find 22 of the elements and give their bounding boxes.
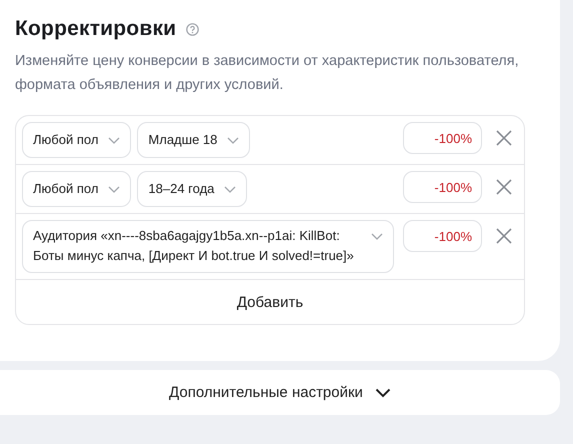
- percent-field[interactable]: -100%: [403, 171, 482, 203]
- dropdown[interactable]: Аудитория «xn----8sba6agajgy1b5a.xn--p1ai: KillBot: Боты минус капча, [Директ И bot.true И solved!=true]»: [22, 220, 394, 273]
- close-icon[interactable]: [496, 130, 512, 146]
- close-icon[interactable]: [496, 228, 512, 244]
- add-button[interactable]: Добавить: [16, 280, 524, 324]
- more-settings-button[interactable]: Дополнительные настройки: [0, 370, 560, 415]
- percent-field[interactable]: -100%: [403, 122, 482, 154]
- dropdown[interactable]: Любой пол: [22, 171, 132, 207]
- section-description: Изменяйте цену конверсии в зависимости от характеристик пользователя, формата объявления и других условий.: [15, 52, 520, 95]
- dropdown[interactable]: Младше 18: [137, 122, 250, 158]
- chevron-icon: [371, 233, 383, 240]
- percent-field[interactable]: -100%: [403, 220, 482, 252]
- chevron-icon: [224, 186, 236, 193]
- dropdown[interactable]: 18–24 года: [137, 171, 248, 207]
- chevron-icon: [108, 137, 120, 144]
- more-settings-label: Дополнительные настройки: [169, 384, 363, 401]
- help-icon[interactable]: [186, 22, 200, 36]
- close-icon[interactable]: [496, 179, 512, 195]
- chevron-icon: [227, 137, 240, 144]
- section-title: Корректировки: [15, 17, 176, 41]
- chevron-icon: [108, 186, 120, 193]
- dropdown[interactable]: Любой пол: [22, 122, 132, 158]
